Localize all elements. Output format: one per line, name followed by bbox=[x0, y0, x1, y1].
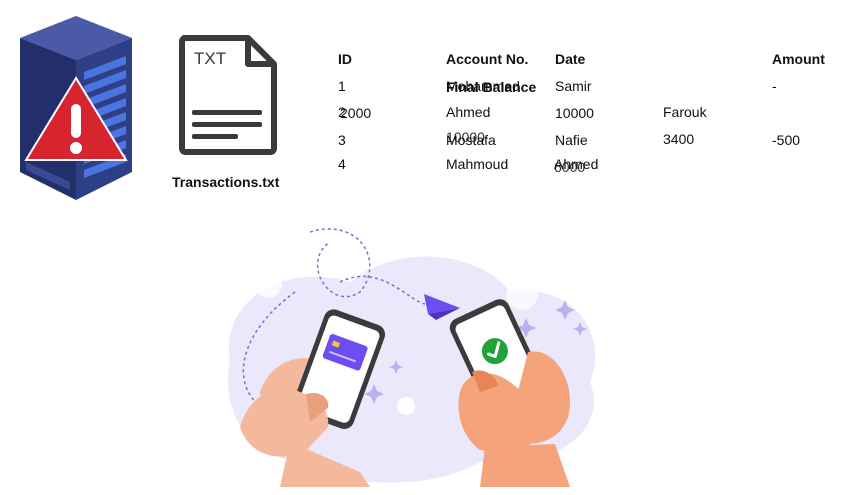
table-cell: 3 bbox=[338, 132, 346, 148]
file-name: Transactions.txt bbox=[172, 174, 280, 190]
table-cell: 6000 bbox=[554, 159, 586, 175]
txt-file-icon: TXT bbox=[179, 35, 277, 155]
table-cell: - bbox=[772, 78, 777, 94]
table-cell: 1 bbox=[338, 78, 346, 94]
table-cell: Mohammed bbox=[446, 78, 520, 94]
table-cell: Samir bbox=[555, 78, 592, 94]
table-cell: 10000 bbox=[555, 105, 594, 121]
table-cell: Ahmed bbox=[446, 104, 491, 120]
table-cell: -500 bbox=[772, 132, 801, 148]
header-amount: Amount bbox=[772, 51, 825, 67]
header-date: Date bbox=[555, 51, 586, 67]
table-cell: Mahmoud bbox=[446, 156, 509, 172]
table-cell: Farouk bbox=[663, 104, 707, 120]
table-cell: Nafie bbox=[555, 132, 588, 148]
table-cell: 10000 bbox=[446, 129, 485, 145]
server-warning-icon bbox=[20, 16, 132, 200]
table-cell: 4 bbox=[338, 156, 346, 172]
table-cell: 3400 bbox=[663, 131, 695, 147]
table-cell: 2000 bbox=[340, 105, 372, 121]
payment-illustration bbox=[228, 228, 596, 487]
header-account: Account No. bbox=[446, 51, 529, 67]
txt-badge: TXT bbox=[194, 49, 226, 68]
header-id: ID bbox=[338, 51, 352, 67]
